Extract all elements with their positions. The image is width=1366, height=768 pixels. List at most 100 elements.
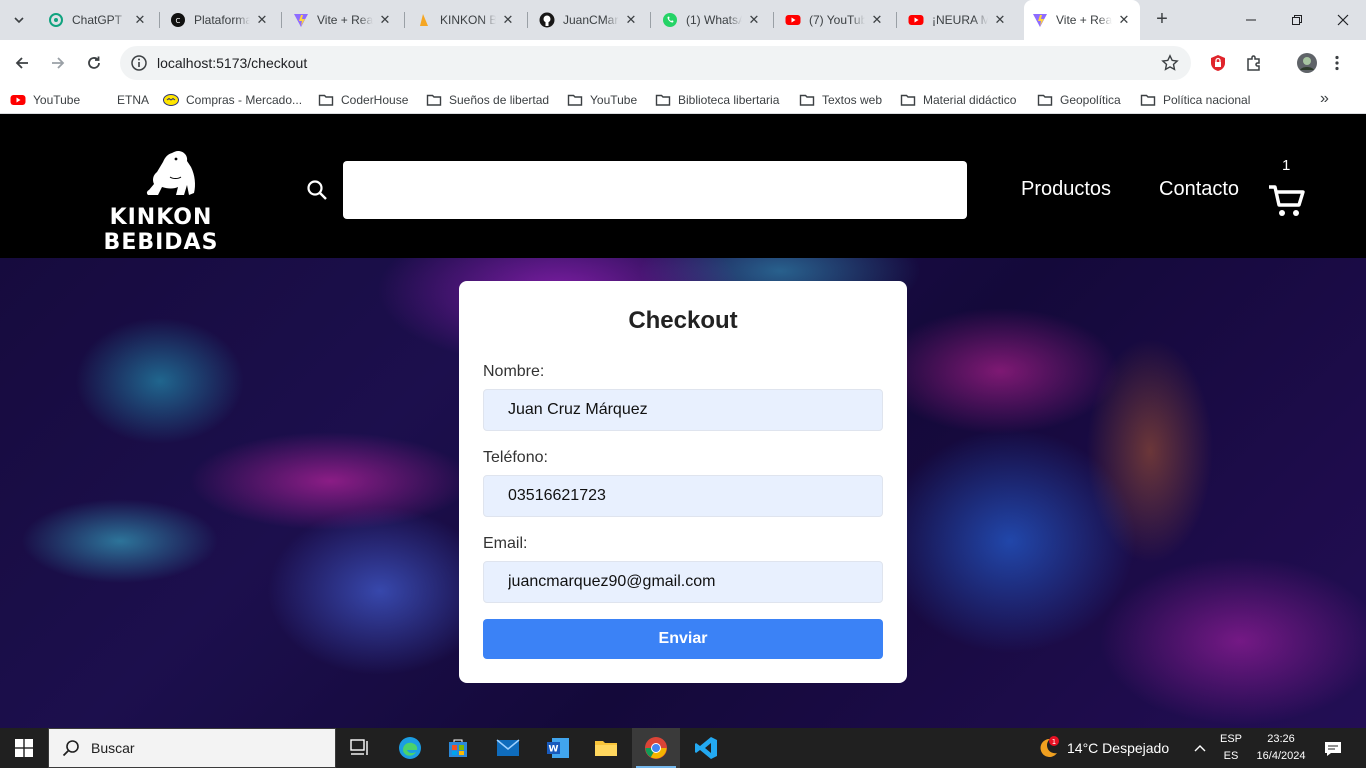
tab-strip: ChatGPT ✕ C Plataforma ✕ Vite + React ✕ … bbox=[0, 0, 1366, 40]
chevron-double-right-icon[interactable]: » bbox=[1320, 90, 1329, 108]
folder-icon bbox=[1037, 92, 1053, 108]
close-icon[interactable]: ✕ bbox=[746, 12, 762, 28]
tab-plataforma[interactable]: C Plataforma ✕ bbox=[162, 6, 278, 34]
bookmark-label: Biblioteca libertaria bbox=[678, 93, 780, 107]
reload-button[interactable] bbox=[80, 49, 108, 77]
close-icon[interactable]: ✕ bbox=[377, 12, 393, 28]
taskbar-app-edge[interactable] bbox=[386, 728, 434, 768]
close-icon[interactable]: ✕ bbox=[500, 12, 516, 28]
tab-separator bbox=[896, 12, 897, 28]
minimize-button[interactable] bbox=[1228, 0, 1274, 40]
task-view-button[interactable] bbox=[336, 728, 384, 768]
address-bar[interactable]: localhost:5173/checkout bbox=[120, 46, 1191, 80]
close-icon[interactable]: ✕ bbox=[132, 12, 148, 28]
taskbar-search-box[interactable]: Buscar bbox=[48, 728, 336, 768]
folder-icon bbox=[318, 92, 334, 108]
tab-vite-1[interactable]: Vite + React ✕ bbox=[285, 6, 401, 34]
new-tab-button[interactable]: + bbox=[1150, 8, 1174, 32]
name-field[interactable] bbox=[483, 389, 883, 431]
start-button[interactable] bbox=[0, 728, 48, 768]
email-field[interactable] bbox=[483, 561, 883, 603]
folder-icon bbox=[900, 92, 916, 108]
chatgpt-icon bbox=[48, 12, 64, 28]
svg-text:C: C bbox=[176, 17, 181, 25]
phone-label: Teléfono: bbox=[483, 449, 548, 466]
bookmark-folder-geopolitica[interactable]: Geopolítica bbox=[1037, 91, 1121, 109]
mercadolibre-icon bbox=[163, 92, 179, 108]
bookmark-folder-politica[interactable]: Política nacional bbox=[1140, 91, 1250, 109]
tab-youtube[interactable]: (7) YouTube ✕ bbox=[777, 6, 893, 34]
bookmark-label: Política nacional bbox=[1163, 93, 1251, 107]
bookmark-folder-coderhouse[interactable]: CoderHouse bbox=[318, 91, 408, 109]
profile-avatar[interactable] bbox=[1296, 52, 1318, 74]
tab-separator bbox=[159, 12, 160, 28]
bookmark-folder-youtube[interactable]: YouTube bbox=[567, 91, 637, 109]
browser-menu-icon[interactable] bbox=[1326, 52, 1348, 74]
taskbar-app-chrome[interactable] bbox=[632, 728, 680, 768]
bookmark-label: ETNA bbox=[117, 93, 150, 107]
chevron-up-icon[interactable] bbox=[1193, 742, 1207, 754]
tab-github[interactable]: JuanCMarquez ✕ bbox=[531, 6, 647, 34]
taskbar-app-mail[interactable] bbox=[484, 728, 532, 768]
tab-neura[interactable]: ¡NEURA Media ✕ bbox=[900, 6, 1016, 34]
bookmark-label: Material didáctico bbox=[923, 93, 1017, 107]
tab-whatsapp[interactable]: (1) WhatsApp ✕ bbox=[654, 6, 770, 34]
vscode-icon bbox=[695, 737, 717, 759]
close-icon[interactable]: ✕ bbox=[254, 12, 270, 28]
forward-button[interactable] bbox=[44, 49, 72, 77]
search-icon[interactable] bbox=[306, 179, 328, 201]
site-info-icon[interactable] bbox=[130, 54, 148, 72]
nav-link-contact[interactable]: Contacto bbox=[1159, 178, 1239, 201]
extensions-puzzle-icon[interactable] bbox=[1243, 52, 1265, 74]
taskbar-app-vscode[interactable] bbox=[682, 728, 730, 768]
back-button[interactable] bbox=[8, 49, 36, 77]
submit-button[interactable]: Enviar bbox=[483, 619, 883, 659]
tab-vite-active[interactable]: Vite + React ✕ bbox=[1024, 0, 1140, 40]
weather-text[interactable]: 14°C Despejado bbox=[1067, 740, 1169, 756]
vite-icon bbox=[1032, 12, 1048, 28]
bookmark-etna[interactable]: ETNA bbox=[94, 91, 149, 109]
taskbar-app-explorer[interactable] bbox=[582, 728, 630, 768]
close-icon[interactable]: ✕ bbox=[869, 12, 885, 28]
close-icon[interactable]: ✕ bbox=[1116, 12, 1132, 28]
bookmark-folder-textos[interactable]: Textos web bbox=[799, 91, 882, 109]
bookmark-mercadolibre[interactable]: Compras - Mercado... bbox=[163, 91, 302, 109]
youtube-icon bbox=[908, 12, 924, 28]
bookmark-folder-material[interactable]: Material didáctico bbox=[900, 91, 1016, 109]
site-header: KINKON BEBIDAS Productos Contacto 1 bbox=[0, 121, 1366, 258]
nav-link-products[interactable]: Productos bbox=[1021, 178, 1111, 201]
extension-shield-icon[interactable] bbox=[1207, 52, 1229, 74]
tab-label: (7) YouTube bbox=[809, 13, 865, 27]
tab-kinkon[interactable]: KINKON BEBIDAS ✕ bbox=[408, 6, 524, 34]
bookmark-label: Compras - Mercado... bbox=[186, 93, 303, 107]
tab-separator bbox=[527, 12, 528, 28]
close-icon[interactable]: ✕ bbox=[623, 12, 639, 28]
tab-label: KINKON BEBIDAS bbox=[440, 13, 496, 27]
star-icon[interactable] bbox=[1161, 54, 1179, 72]
keyboard-layout[interactable]: ES bbox=[1216, 750, 1246, 762]
notifications-icon[interactable] bbox=[1324, 740, 1342, 758]
restore-button[interactable] bbox=[1274, 0, 1320, 40]
tab-chatgpt[interactable]: ChatGPT ✕ bbox=[40, 6, 156, 34]
phone-field[interactable] bbox=[483, 475, 883, 517]
bookmark-folder-suenos[interactable]: Sueños de libertad bbox=[426, 91, 549, 109]
language-indicator[interactable]: ESP bbox=[1216, 733, 1246, 745]
site-search-input[interactable] bbox=[343, 161, 967, 219]
cart-icon[interactable] bbox=[1267, 184, 1307, 218]
weather-moon-icon[interactable]: 1 bbox=[1034, 736, 1060, 760]
close-window-button[interactable] bbox=[1320, 0, 1366, 40]
page-title: Checkout bbox=[628, 307, 738, 334]
brand-logo[interactable]: KINKON BEBIDAS bbox=[66, 147, 256, 255]
bookmark-folder-biblioteca[interactable]: Biblioteca libertaria bbox=[655, 91, 779, 109]
bookmark-youtube[interactable]: YouTube bbox=[10, 91, 80, 109]
email-label: Email: bbox=[483, 535, 528, 552]
taskbar-app-store[interactable] bbox=[434, 728, 482, 768]
brand-name: KINKON BEBIDAS bbox=[103, 205, 219, 255]
tab-search-button[interactable] bbox=[6, 7, 32, 33]
taskbar-app-word[interactable]: W bbox=[534, 728, 582, 768]
close-icon[interactable]: ✕ bbox=[992, 12, 1008, 28]
restore-icon bbox=[1292, 15, 1302, 25]
clock-time[interactable]: 23:26 bbox=[1253, 733, 1309, 745]
clock-date[interactable]: 16/4/2024 bbox=[1253, 750, 1309, 762]
tab-separator bbox=[404, 12, 405, 28]
